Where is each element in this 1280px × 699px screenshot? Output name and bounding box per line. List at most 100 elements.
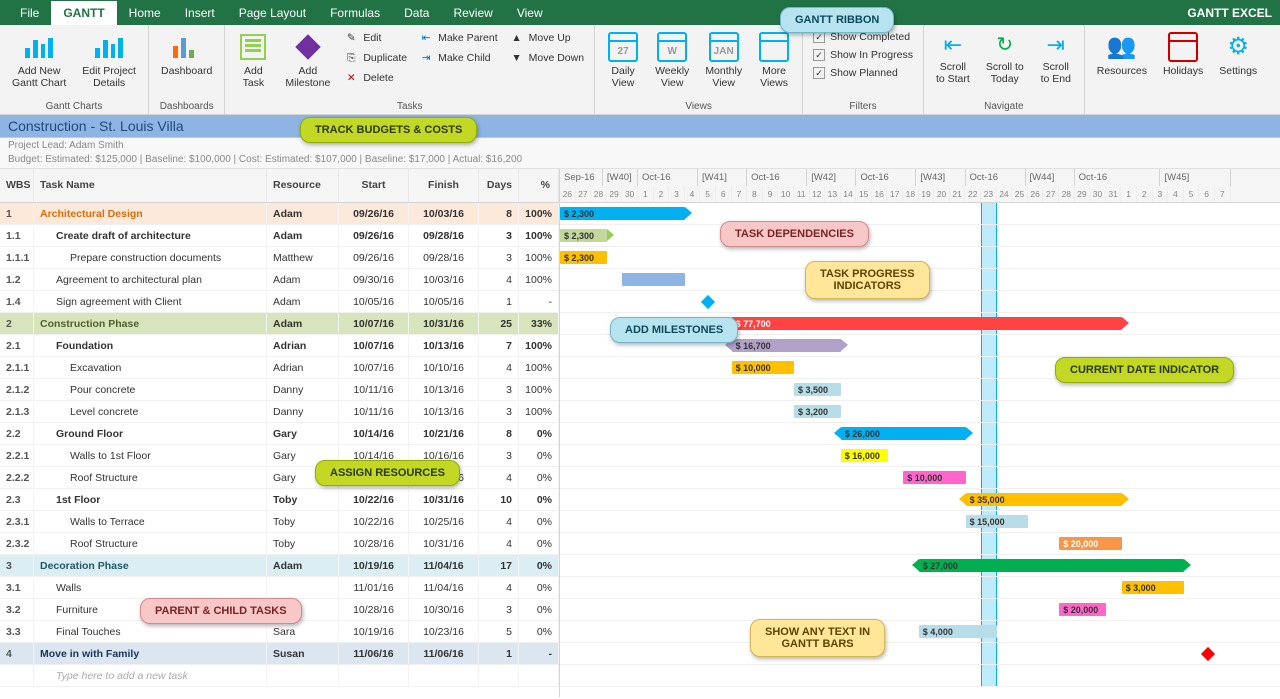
cell-task[interactable]: Excavation [34, 357, 267, 378]
cell-task[interactable]: Create draft of architecture [34, 225, 267, 246]
menu-insert[interactable]: Insert [173, 1, 227, 25]
cell-resource[interactable]: Toby [267, 511, 339, 532]
cell-start[interactable]: 10/11/16 [339, 401, 409, 422]
cell-resource[interactable]: Adam [267, 291, 339, 312]
gantt-bar[interactable]: $ 10,000 [732, 361, 794, 374]
add-task-button[interactable]: AddTask [231, 29, 275, 91]
make-child-button[interactable]: ⇥Make Child [415, 49, 502, 67]
cell-task[interactable]: Walls [34, 577, 267, 598]
cell-finish[interactable]: 11/06/16 [409, 643, 479, 664]
task-row[interactable]: 2.1.2Pour concreteDanny10/11/1610/13/163… [0, 379, 559, 401]
cell-resource[interactable]: Gary [267, 423, 339, 444]
task-row[interactable]: 2.1FoundationAdrian10/07/1610/13/167100% [0, 335, 559, 357]
cell-finish[interactable]: 10/10/16 [409, 357, 479, 378]
show-inprogress-checkbox[interactable]: ✓Show In Progress [809, 47, 917, 63]
cell-start[interactable]: 10/05/16 [339, 291, 409, 312]
cell-finish[interactable]: 10/31/16 [409, 489, 479, 510]
cell-finish[interactable]: 10/13/16 [409, 379, 479, 400]
cell-start[interactable]: 10/19/16 [339, 621, 409, 642]
cell-task[interactable]: Decoration Phase [34, 555, 267, 576]
task-row[interactable]: 2Construction PhaseAdam10/07/1610/31/162… [0, 313, 559, 335]
task-row[interactable]: 2.1.1ExcavationAdrian10/07/1610/10/16410… [0, 357, 559, 379]
cell-start[interactable]: 10/11/16 [339, 379, 409, 400]
gantt-bar[interactable]: $ 16,700 [732, 339, 841, 352]
cell-resource[interactable]: Adrian [267, 335, 339, 356]
cell-task[interactable]: Roof Structure [34, 467, 267, 488]
cell-resource[interactable]: Toby [267, 533, 339, 554]
cell-resource[interactable] [267, 577, 339, 598]
gantt-bar[interactable]: $ 26,000 [841, 427, 966, 440]
cell-task[interactable]: Walls to 1st Floor [34, 445, 267, 466]
monthly-view-button[interactable]: JANMonthlyView [699, 29, 748, 91]
cell-start[interactable]: 10/19/16 [339, 555, 409, 576]
cell-finish[interactable]: 09/28/16 [409, 247, 479, 268]
cell-finish[interactable]: 10/13/16 [409, 401, 479, 422]
cell-finish[interactable]: 10/31/16 [409, 313, 479, 334]
cell-task[interactable]: Final Touches [34, 621, 267, 642]
task-row[interactable]: 1.2Agreement to architectural planAdam09… [0, 269, 559, 291]
task-row[interactable]: 3.1Walls11/01/1611/04/1640% [0, 577, 559, 599]
task-row[interactable]: Type here to add a new task [0, 665, 559, 687]
dashboard-button[interactable]: Dashboard [155, 29, 218, 80]
cell-resource[interactable]: Adam [267, 225, 339, 246]
task-row[interactable]: 1.1Create draft of architectureAdam09/26… [0, 225, 559, 247]
cell-start[interactable]: 10/07/16 [339, 313, 409, 334]
gantt-bar[interactable] [622, 273, 684, 286]
holidays-button[interactable]: Holidays [1157, 29, 1209, 80]
cell-resource[interactable]: Adam [267, 203, 339, 224]
col-days[interactable]: Days [479, 169, 519, 202]
gantt-bar[interactable]: $ 2,300 [560, 251, 607, 264]
cell-finish[interactable]: 10/31/16 [409, 533, 479, 554]
cell-task[interactable]: Ground Floor [34, 423, 267, 444]
add-new-gantt-button[interactable]: Add NewGantt Chart [6, 29, 72, 91]
scroll-to-today-button[interactable]: ↻Scroll toToday [980, 29, 1030, 87]
cell-start[interactable]: 10/07/16 [339, 335, 409, 356]
gantt-bar[interactable]: $ 77,700 [732, 317, 1122, 330]
gantt-bar[interactable]: $ 2,300 [560, 207, 685, 220]
cell-task[interactable]: Sign agreement with Client [34, 291, 267, 312]
gantt-bar[interactable]: $ 4,000 [919, 625, 997, 638]
col-resource[interactable]: Resource [267, 169, 339, 202]
col-start[interactable]: Start [339, 169, 409, 202]
cell-resource[interactable]: Matthew [267, 247, 339, 268]
menu-data[interactable]: Data [392, 1, 441, 25]
task-row[interactable]: 2.3.2Roof StructureToby10/28/1610/31/164… [0, 533, 559, 555]
move-down-button[interactable]: ▼Move Down [506, 49, 588, 67]
menu-home[interactable]: Home [117, 1, 173, 25]
cell-task[interactable]: Prepare construction documents [34, 247, 267, 268]
cell-task[interactable]: Move in with Family [34, 643, 267, 664]
menu-view[interactable]: View [505, 1, 555, 25]
cell-start[interactable] [339, 665, 409, 686]
task-row[interactable]: 2.2Ground FloorGary10/14/1610/21/1680% [0, 423, 559, 445]
cell-finish[interactable]: 11/04/16 [409, 577, 479, 598]
gantt-bar[interactable]: $ 15,000 [966, 515, 1028, 528]
cell-finish[interactable] [409, 665, 479, 686]
menu-gantt[interactable]: GANTT [51, 1, 116, 25]
cell-resource[interactable]: Danny [267, 401, 339, 422]
cell-resource[interactable]: Danny [267, 379, 339, 400]
gantt-bar[interactable]: $ 3,000 [1122, 581, 1184, 594]
cell-finish[interactable]: 10/23/16 [409, 621, 479, 642]
cell-start[interactable]: 10/14/16 [339, 423, 409, 444]
cell-finish[interactable]: 10/03/16 [409, 269, 479, 290]
gantt-bar[interactable]: $ 35,000 [966, 493, 1122, 506]
more-views-button[interactable]: MoreViews [752, 29, 796, 91]
task-row[interactable]: 3Decoration PhaseAdam10/19/1611/04/16170… [0, 555, 559, 577]
cell-start[interactable]: 10/28/16 [339, 599, 409, 620]
cell-task[interactable]: Level concrete [34, 401, 267, 422]
menu-file[interactable]: File [8, 1, 51, 25]
cell-resource[interactable]: Sara [267, 621, 339, 642]
cell-resource[interactable]: Adam [267, 555, 339, 576]
col-pct[interactable]: % [519, 169, 559, 202]
cell-start[interactable]: 11/01/16 [339, 577, 409, 598]
cell-start[interactable]: 10/28/16 [339, 533, 409, 554]
cell-task[interactable]: Type here to add a new task [34, 665, 267, 686]
task-row[interactable]: 1Architectural DesignAdam09/26/1610/03/1… [0, 203, 559, 225]
menu-page layout[interactable]: Page Layout [227, 1, 318, 25]
menu-formulas[interactable]: Formulas [318, 1, 392, 25]
cell-task[interactable]: Roof Structure [34, 533, 267, 554]
cell-task[interactable]: Walls to Terrace [34, 511, 267, 532]
cell-start[interactable]: 09/26/16 [339, 203, 409, 224]
add-milestone-button[interactable]: AddMilestone [279, 29, 336, 91]
cell-task[interactable]: Architectural Design [34, 203, 267, 224]
